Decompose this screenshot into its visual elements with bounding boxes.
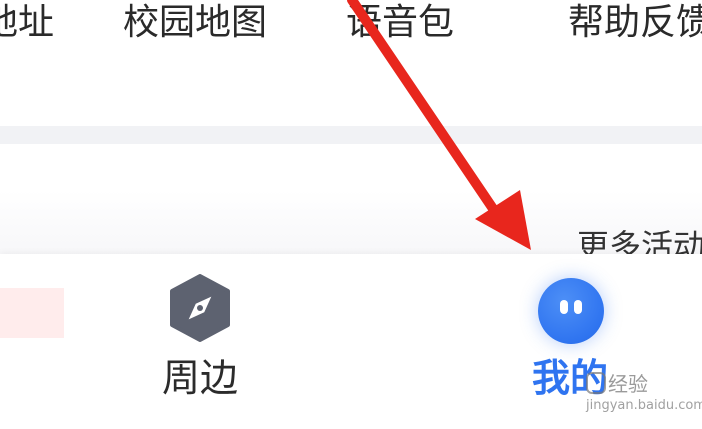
eye-left [560, 300, 568, 314]
eye-right [574, 300, 582, 314]
app-screen: 地址 校园地图 语音包 帮助反馈 更多活动 周边 我的 经验 jingyan.b… [0, 0, 702, 429]
section-divider [0, 126, 702, 144]
tab-nearby-label: 周边 [161, 356, 238, 400]
menu-item-voice-pack[interactable]: 语音包 [346, 1, 454, 45]
menu-item-address[interactable]: 地址 [0, 1, 54, 45]
watermark-text: 经验 [608, 372, 648, 396]
faded-banner-edge [0, 288, 64, 338]
top-menu: 地址 校园地图 语音包 帮助反馈 [0, 0, 702, 70]
profile-face-icon [538, 278, 604, 344]
menu-item-help-feedback[interactable]: 帮助反馈 [568, 1, 702, 45]
tab-nearby[interactable]: 周边 [110, 254, 290, 429]
watermark-logo [586, 372, 606, 394]
menu-item-campus-map[interactable]: 校园地图 [123, 1, 267, 45]
compass-icon [170, 274, 230, 342]
watermark-subtext: jingyan.baidu.com [586, 398, 702, 413]
